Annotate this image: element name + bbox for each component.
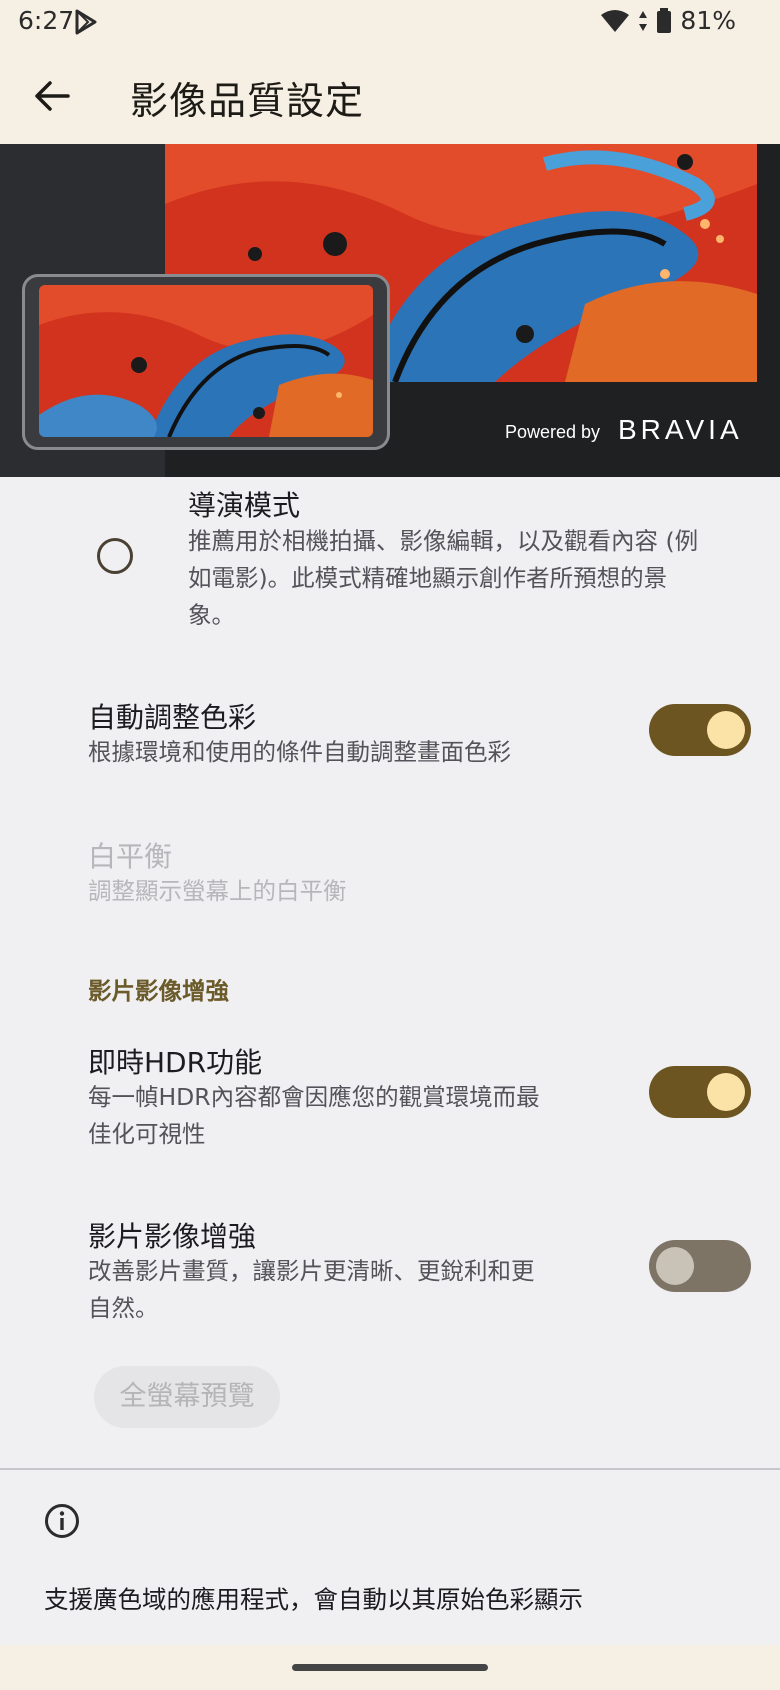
director-mode-description-line: 推薦用於相機拍攝、影像編輯，以及觀看內容 (例 bbox=[188, 527, 699, 555]
director-mode-description-line: 象。 bbox=[188, 601, 235, 629]
toggle-knob bbox=[707, 1073, 745, 1111]
white-balance-description: 調整顯示螢幕上的白平衡 bbox=[88, 877, 347, 905]
status-icons: 81% bbox=[600, 6, 736, 35]
video-enhance-title: 影片影像增強 bbox=[88, 1220, 257, 1253]
status-bar: 6:27 81% bbox=[0, 0, 780, 44]
navigation-bar bbox=[0, 1645, 780, 1690]
realtime-hdr-title: 即時HDR功能 bbox=[88, 1046, 263, 1079]
app-bar: 影像品質設定 bbox=[0, 44, 780, 144]
data-arrows-icon bbox=[639, 10, 648, 31]
hero-banner: Powered by BRAVIA bbox=[0, 144, 780, 477]
toggle-knob bbox=[656, 1247, 694, 1285]
toggle-knob bbox=[707, 711, 745, 749]
director-mode-description: 推薦用於相機拍攝、影像編輯，以及觀看內容 (例 如電影)。此模式精確地顯示創作者… bbox=[188, 523, 698, 634]
realtime-hdr-toggle[interactable] bbox=[649, 1066, 751, 1118]
director-mode-radio[interactable] bbox=[97, 538, 133, 574]
auto-color-toggle[interactable] bbox=[649, 704, 751, 756]
info-icon bbox=[45, 1504, 79, 1538]
phone-screen-artwork bbox=[39, 285, 373, 437]
video-enhance-toggle[interactable] bbox=[649, 1240, 751, 1292]
video-section-header: 影片影像增強 bbox=[88, 977, 229, 1005]
auto-color-title: 自動調整色彩 bbox=[88, 701, 257, 734]
battery-icon bbox=[657, 7, 672, 33]
arrow-back-icon[interactable] bbox=[30, 74, 74, 118]
video-enhance-description-line: 自然。 bbox=[88, 1294, 159, 1322]
page-title: 影像品質設定 bbox=[130, 79, 365, 123]
divider bbox=[0, 1468, 780, 1470]
director-mode-title: 導演模式 bbox=[188, 489, 301, 522]
realtime-hdr-description-line: 每一幀HDR內容都會因應您的觀賞環境而最 bbox=[88, 1083, 540, 1111]
footer-info-text: 支援廣色域的應用程式，會自動以其原始色彩顯示 bbox=[44, 1585, 583, 1614]
auto-color-description: 根據環境和使用的條件自動調整畫面色彩 bbox=[88, 738, 511, 766]
battery-percent: 81% bbox=[680, 6, 736, 35]
fullscreen-preview-button: 全螢幕預覽 bbox=[94, 1366, 280, 1428]
video-enhance-description: 改善影片畫質，讓影片更清晰、更銳利和更 自然。 bbox=[88, 1253, 535, 1327]
phone-mockup bbox=[22, 274, 390, 450]
video-enhance-description-line: 改善影片畫質，讓影片更清晰、更銳利和更 bbox=[88, 1257, 535, 1285]
powered-by-text: Powered by bbox=[505, 422, 601, 442]
bravia-logo: BRAVIA bbox=[618, 414, 743, 445]
wifi-icon bbox=[601, 9, 630, 32]
director-mode-description-line: 如電影)。此模式精確地顯示創作者所預想的景 bbox=[188, 564, 668, 592]
white-balance-title: 白平衡 bbox=[88, 840, 173, 873]
realtime-hdr-description-line: 佳化可視性 bbox=[88, 1120, 206, 1148]
gesture-handle[interactable] bbox=[292, 1664, 488, 1671]
play-store-icon bbox=[75, 9, 97, 35]
status-time: 6:27 bbox=[18, 6, 75, 35]
realtime-hdr-description: 每一幀HDR內容都會因應您的觀賞環境而最 佳化可視性 bbox=[88, 1079, 540, 1153]
